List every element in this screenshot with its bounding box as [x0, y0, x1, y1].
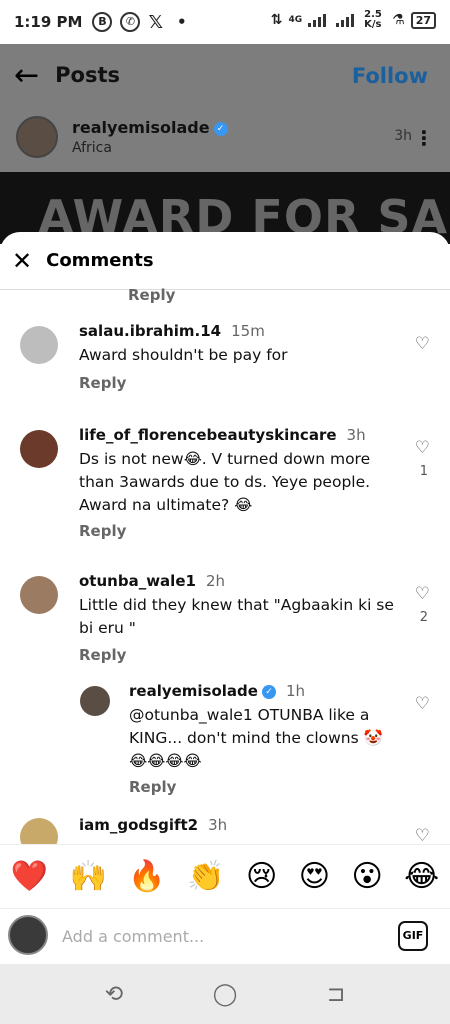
- commenter-avatar[interactable]: [20, 818, 58, 844]
- username-text[interactable]: iam_godsgift2: [79, 816, 198, 834]
- crying-emoji-button[interactable]: 😢: [246, 859, 277, 894]
- author-username[interactable]: realyemisolade: [72, 118, 210, 137]
- reply-button[interactable]: Reply: [129, 778, 176, 796]
- my-avatar: [8, 915, 48, 955]
- back-arrow-icon[interactable]: ←: [14, 58, 39, 93]
- comment-text: Ds is not new😂. V turned down more than …: [79, 450, 371, 514]
- notification-dot-icon: •: [176, 13, 187, 31]
- close-icon[interactable]: ✕: [12, 247, 32, 275]
- commenter-avatar[interactable]: [20, 430, 58, 468]
- comment-time: 1h: [285, 682, 306, 700]
- home-icon[interactable]: ◯: [213, 982, 238, 1007]
- verified-badge-icon: ✓: [261, 684, 276, 699]
- like-heart-icon[interactable]: ♡: [415, 334, 430, 354]
- author-name[interactable]: realyemisolade ✓: [72, 118, 228, 137]
- reply-button[interactable]: Reply: [128, 286, 175, 304]
- commenter-avatar[interactable]: [20, 326, 58, 364]
- post-time: 3h: [394, 128, 412, 144]
- comments-header: ✕ Comments: [0, 232, 450, 290]
- like-count: 2: [419, 610, 428, 625]
- username-text[interactable]: realyemisolade: [129, 682, 258, 700]
- heart-eyes-emoji-button[interactable]: 😍: [299, 859, 330, 894]
- network-type: 4G: [288, 15, 303, 25]
- reply-button[interactable]: Reply: [79, 522, 126, 540]
- recent-apps-icon[interactable]: ⟲: [105, 982, 123, 1007]
- comment-time: 2h: [205, 572, 225, 590]
- raised-hands-emoji-button[interactable]: 🙌: [70, 859, 107, 894]
- like-count: 1: [419, 464, 428, 479]
- back-nav-icon[interactable]: ⊐: [327, 982, 345, 1007]
- commenter-username[interactable]: otunba_wale1 2h: [79, 572, 225, 590]
- like-heart-icon[interactable]: ♡: [415, 694, 430, 714]
- like-heart-icon[interactable]: ♡: [415, 438, 430, 458]
- emoji-reaction-bar: ❤️ 🙌 🔥 👏 😢 😍 😮 😂: [0, 844, 450, 908]
- page-title: Posts: [55, 63, 120, 87]
- follow-button[interactable]: Follow: [352, 64, 428, 88]
- commenter-username[interactable]: salau.ibrahim.14 15m: [79, 322, 265, 340]
- post-author-row: realyemisolade ✓ Africa 3h ⋮: [0, 112, 450, 168]
- comments-title: Comments: [46, 250, 154, 271]
- x-icon: 𝕏: [148, 11, 163, 33]
- more-options-icon[interactable]: ⋮: [414, 126, 434, 150]
- signal-1-icon: [308, 13, 330, 27]
- comment-text: Little did they knew that "Agbaakin ki s…: [79, 596, 394, 637]
- fire-emoji-button[interactable]: 🔥: [128, 859, 165, 894]
- like-heart-icon[interactable]: ♡: [415, 826, 430, 844]
- post-location[interactable]: Africa: [72, 140, 112, 156]
- battery-icon: 27: [410, 11, 436, 29]
- comment-text: Award shouldn't be pay for: [79, 346, 288, 364]
- speed-readout: 2.5 K/s: [364, 9, 382, 30]
- comment-composer: Add a comment... GIF: [0, 908, 450, 964]
- surprised-emoji-button[interactable]: 😮: [351, 859, 382, 894]
- laughing-emoji-button[interactable]: 😂: [404, 859, 439, 894]
- signal-2-icon: [336, 13, 358, 27]
- whatsapp-icon: ✆: [120, 12, 141, 32]
- username-text[interactable]: salau.ibrahim.14: [79, 322, 221, 340]
- commenter-username[interactable]: realyemisolade ✓ 1h: [129, 682, 305, 700]
- comment-input[interactable]: Add a comment...: [62, 927, 204, 946]
- post-header: ← Posts Follow: [0, 44, 450, 106]
- heart-emoji-button[interactable]: ❤️: [11, 859, 48, 894]
- gif-button[interactable]: GIF: [398, 921, 428, 951]
- comment-time: 3h: [346, 426, 366, 444]
- comment-text: @otunba_wale1 OTUNBA like a KING... don'…: [129, 706, 383, 770]
- commenter-username[interactable]: iam_godsgift2 3h: [79, 816, 227, 834]
- flask-icon: ⚗: [392, 12, 405, 28]
- comments-sheet: ✕ Comments Reply salau.ibrahim.14 15m Awa…: [0, 232, 450, 844]
- reply-button[interactable]: Reply: [79, 374, 126, 392]
- clap-emoji-button[interactable]: 👏: [187, 859, 224, 894]
- b-icon: B: [92, 12, 113, 32]
- reply-button[interactable]: Reply: [79, 646, 126, 664]
- like-heart-icon[interactable]: ♡: [415, 584, 430, 604]
- username-text[interactable]: otunba_wale1: [79, 572, 196, 590]
- comment-time: 15m: [231, 322, 265, 340]
- data-arrows-icon: ⇅: [270, 12, 283, 28]
- commenter-avatar[interactable]: [80, 686, 110, 716]
- commenter-username[interactable]: life_of_florencebeautyskincare 3h: [79, 426, 366, 444]
- status-time: 1:19 PM: [14, 13, 83, 31]
- comment-time: 3h: [208, 816, 228, 834]
- status-bar: 1:19 PM B ✆ 𝕏 • ⇅ 4G 2.5 K/s ⚗ 27: [0, 0, 450, 44]
- verified-badge-icon: ✓: [213, 121, 228, 136]
- commenter-avatar[interactable]: [20, 576, 58, 614]
- username-text[interactable]: life_of_florencebeautyskincare: [79, 426, 337, 444]
- system-nav-bar: ⟲ ◯ ⊐: [0, 964, 450, 1024]
- author-avatar[interactable]: [16, 116, 58, 158]
